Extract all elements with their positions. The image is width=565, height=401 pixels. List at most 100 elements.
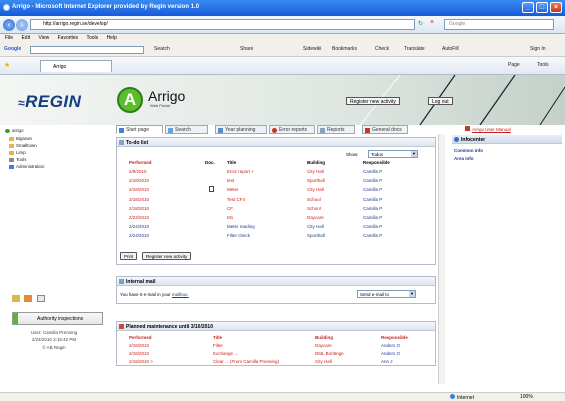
zoom-level[interactable]: 100% <box>520 394 533 400</box>
logout-button[interactable]: Log out <box>428 97 453 105</box>
tree-item-bigtown[interactable]: Bigtown <box>9 136 32 141</box>
cell-title[interactable]: Meter <box>227 187 239 192</box>
cell-title[interactable]: Exchange ... <box>213 351 238 356</box>
google-translate-button[interactable]: Translate <box>404 46 425 52</box>
register-activity-header-button[interactable]: Register new activity <box>346 97 400 105</box>
tree-item-smalltown[interactable]: Smalltown <box>9 143 37 148</box>
area-info-link[interactable]: Area info <box>454 156 474 161</box>
menu-edit[interactable]: Edit <box>21 35 30 41</box>
cell-title[interactable]: CF <box>227 206 233 211</box>
page-scrollbar[interactable] <box>438 134 445 384</box>
cell-title[interactable]: M1 <box>227 215 233 220</box>
menu-favorites[interactable]: Favorites <box>58 35 79 41</box>
cell-building: City Hall <box>307 224 324 230</box>
tree-item-arrigo[interactable]: arrigo <box>5 128 24 133</box>
cell-title[interactable]: Filter <box>213 343 223 348</box>
google-signin-button[interactable]: Sign In <box>530 46 546 52</box>
manual-label: Arrigo User Manual <box>472 127 511 132</box>
cell-title[interactable]: test <box>227 178 234 183</box>
google-share-button[interactable]: Share <box>240 46 253 52</box>
open-folder-icon[interactable] <box>24 295 33 302</box>
browser-tab[interactable]: Arrigo <box>40 60 112 72</box>
list-icon <box>119 140 124 145</box>
show-select[interactable]: Todos ▼ <box>368 150 418 158</box>
mail-panel: Internal mail You have 0 e-mail in your … <box>116 276 436 304</box>
menu-file[interactable]: File <box>5 35 13 41</box>
folder-icon <box>9 143 14 148</box>
cell-title[interactable]: Test CF4 <box>227 197 245 202</box>
google-sidewiki-button[interactable]: Sidewiki <box>303 46 321 52</box>
tree-item-tools[interactable]: Tools <box>9 157 27 162</box>
auth-button-label: Authority inspections <box>37 316 84 322</box>
cell-building: Sporthall <box>307 233 325 239</box>
infocenter-title: Infocenter <box>461 137 486 143</box>
left-sidebar: arrigo Bigtown Smalltown Limp Tools Admi… <box>0 125 108 393</box>
send-email-select[interactable]: Send e-mail to ▼ <box>357 290 416 298</box>
mailbox-link[interactable]: mailbox. <box>172 292 189 297</box>
status-bar: Internet 100% <box>0 392 565 401</box>
back-button[interactable]: ‹ <box>3 19 15 31</box>
cell-building: School <box>307 196 321 202</box>
window-titlebar: Arrigo - Microsoft Internet Explorer pro… <box>0 0 565 16</box>
tree-item-limp[interactable]: Limp <box>9 150 26 155</box>
forward-button[interactable]: › <box>16 19 28 31</box>
cell-title[interactable]: Meter reading <box>227 224 255 229</box>
cell-responsible: Camilla P <box>363 187 383 193</box>
tab-search[interactable]: Search <box>165 125 208 134</box>
refresh-icon[interactable]: ↻ <box>418 20 423 27</box>
document-icon[interactable] <box>209 186 214 193</box>
calendar-icon <box>218 128 223 133</box>
url-input[interactable]: http://arrigo.regin.se/develop/ <box>30 19 415 30</box>
google-check-button[interactable]: Check <box>375 46 389 52</box>
google-toolbar: Google Search Share Sidewiki Bookmarks C… <box>0 43 565 57</box>
google-autofill-button[interactable]: AutoFill <box>442 46 459 52</box>
google-bookmarks-button[interactable]: Bookmarks <box>332 46 357 52</box>
search-input[interactable]: Google <box>444 19 554 30</box>
green-bar <box>13 313 18 324</box>
tab-reports[interactable]: Reports <box>317 125 355 134</box>
tab-label: Error reports <box>279 127 308 133</box>
user-manual-link[interactable]: Arrigo User Manual <box>465 126 511 132</box>
favorites-star-icon[interactable]: ★ <box>4 61 10 69</box>
stop-icon[interactable]: × <box>430 19 434 26</box>
tab-general-docs[interactable]: General docs <box>362 125 408 134</box>
menu-help[interactable]: Help <box>107 35 117 41</box>
zone-indicator: Internet <box>450 394 474 401</box>
tab-year-planning[interactable]: Year planning <box>215 125 267 134</box>
cell-performed: 2/18/2010 <box>129 205 150 211</box>
menu-view[interactable]: View <box>38 35 49 41</box>
cell-title[interactable]: Clear ... (From Camilla Prenning) <box>213 359 279 364</box>
authority-inspections-button[interactable]: Authority inspections <box>12 312 103 325</box>
maximize-button[interactable]: □ <box>536 2 548 13</box>
tools-menu[interactable]: Tools <box>537 62 549 68</box>
common-info-link[interactable]: Common info <box>454 148 483 153</box>
cell-performed: 2/9/2010 <box>129 169 147 174</box>
tab-label: Reports <box>327 127 345 133</box>
folder-icon[interactable] <box>12 295 20 302</box>
tree-label: Bigtown <box>16 136 33 141</box>
close-button[interactable]: × <box>550 2 562 13</box>
tree-item-administration[interactable]: Administration <box>9 164 45 169</box>
document-icon[interactable] <box>36 295 45 302</box>
cell-title[interactable]: Error report + <box>227 169 254 174</box>
cell-responsible: Camilla P <box>363 205 383 211</box>
minimize-button[interactable]: _ <box>522 2 534 13</box>
menu-tools[interactable]: Tools <box>86 35 98 41</box>
page-menu[interactable]: Page <box>508 62 520 68</box>
regin-logo: ≈REGIN <box>18 92 81 112</box>
cell-title[interactable]: Filter check <box>227 233 250 238</box>
tab-start-page[interactable]: Start page <box>116 125 163 134</box>
tab-error-reports[interactable]: Error reports <box>269 125 315 134</box>
globe-icon <box>450 394 455 399</box>
register-activity-button[interactable]: Register new activity <box>142 252 192 260</box>
google-search-button[interactable]: Search <box>154 46 170 52</box>
cell-building: School <box>307 205 321 211</box>
print-button[interactable]: Print <box>120 252 138 260</box>
cell-responsible: Camilla P <box>363 196 383 202</box>
col-building: Building <box>307 160 325 165</box>
google-logo: Google <box>4 46 22 52</box>
google-search-input[interactable] <box>30 46 144 54</box>
cell-responsible: Camilla P <box>363 169 383 174</box>
infocenter-panel: Infocenter Common info Area info <box>452 135 562 170</box>
col-performed: Performed <box>129 335 152 340</box>
